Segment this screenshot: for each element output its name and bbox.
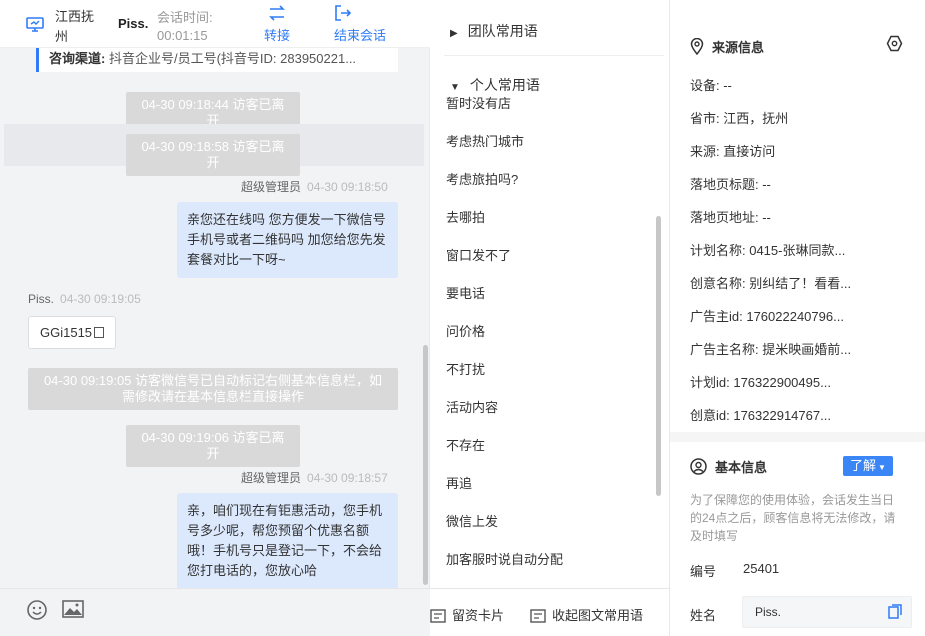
source-field: 省市: 江西，抚州 [690, 111, 789, 126]
sender-name: 超级管理员 [241, 471, 302, 485]
system-message: 04-30 09:19:06 访客已离开 [126, 425, 300, 467]
end-session-button[interactable]: 结束会话 [334, 5, 386, 44]
phrase-item[interactable]: 微信上发 [446, 511, 498, 530]
section-divider [670, 432, 925, 442]
phrases-toolbar: 留资卡片 收起图文常用语 [430, 588, 670, 636]
phrase-item[interactable]: 要电话 [446, 283, 485, 302]
image-icon[interactable] [62, 599, 84, 619]
source-field: 落地页标题: -- [690, 177, 771, 192]
phrase-item[interactable]: 考虑热门城市 [446, 131, 524, 150]
chat-scrollbar[interactable] [423, 345, 428, 585]
message-time: 04-30 09:18:50 [307, 180, 388, 194]
phrase-item[interactable]: 再追 [446, 473, 472, 492]
source-field: 落地页地址: -- [690, 210, 771, 225]
transfer-icon [269, 5, 285, 21]
phrase-item[interactable]: 暂时没有店 [446, 93, 511, 112]
caret-down-icon: ▼ [878, 463, 886, 472]
source-field: 计划名称: 0415-张琳同款... [690, 243, 846, 258]
chat-toolbar [0, 588, 430, 636]
visitor-location: 江西抚州 [55, 9, 95, 44]
message-sender: 超级管理员 04-30 09:18:57 [241, 469, 388, 486]
info-card-button[interactable]: 留资卡片 [430, 605, 504, 624]
visitor-message-bubble: GGi1515 [28, 316, 117, 349]
message-time: 04-30 09:19:05 [60, 292, 141, 306]
emoji-icon[interactable] [26, 599, 48, 621]
end-session-label: 结束会话 [334, 28, 387, 43]
source-field: 计划id: 176322900495... [690, 375, 831, 390]
message-card-icon [530, 609, 546, 623]
message-sender: Piss. 04-30 09:19:05 [28, 292, 141, 306]
basic-info-label: 基本信息 [715, 460, 768, 475]
source-field: 创意名称: 别纠结了！看看... [690, 276, 852, 291]
info-card-label: 留资卡片 [452, 608, 505, 623]
phrase-item[interactable]: 考虑旅拍吗? [446, 169, 518, 188]
name-input[interactable] [742, 596, 912, 628]
session-time: 00:01:15 [157, 28, 208, 43]
chat-panel: 江西抚州 Piss. 会话时间: 00:01:15 转接 结束会话 咨询渠道: … [0, 0, 430, 636]
agent-message-bubble: 亲，咱们现在有钜惠活动，您手机号多少呢，帮您预留个优惠名额哦！手机号只是登记一下… [177, 493, 398, 588]
visitor-info-panel: 来源信息 设备: -- 省市: 江西，抚州 来源: 直接访问 落地页标题: --… [670, 0, 925, 636]
channel-value: 抖音企业号/员工号(抖音号ID: 283950221... [108, 51, 357, 66]
chat-workspace: 江西抚州 Piss. 会话时间: 00:01:15 转接 结束会话 咨询渠道: … [0, 0, 925, 636]
know-more-button[interactable]: 了解 ▼ [843, 456, 893, 476]
phrase-item[interactable]: 活动内容 [446, 397, 498, 416]
team-phrases-label: 团队常用语 [467, 23, 538, 39]
sender-name: 超级管理员 [241, 180, 302, 194]
channel-label: 咨询渠道: [49, 51, 106, 66]
source-info-title: 来源信息 [690, 37, 764, 56]
copy-icon[interactable] [888, 604, 902, 619]
phrase-item[interactable]: 问价格 [446, 321, 485, 340]
visitor-name: Piss. [118, 16, 149, 31]
phrase-item[interactable]: 加客服时说自动分配 [446, 549, 563, 568]
collapse-phrases-label: 收起图文常用语 [552, 608, 644, 623]
divider [444, 55, 664, 56]
transfer-button[interactable]: 转接 [264, 5, 290, 44]
name-label: 姓名 [690, 608, 717, 623]
basic-info-title: 基本信息 [690, 457, 767, 476]
channel-card: 咨询渠道: 抖音企业号/员工号(抖音号ID: 283950221... [36, 48, 398, 72]
caret-right-icon: ▶ [450, 28, 458, 39]
phrases-scrollbar[interactable] [656, 216, 661, 496]
collapse-phrases-button[interactable]: 收起图文常用语 [530, 605, 643, 624]
system-message: 04-30 09:18:58 访客已离开 [126, 134, 300, 176]
copy-icon[interactable] [94, 327, 105, 338]
id-value: 25401 [743, 561, 780, 576]
source-field: 设备: -- [690, 78, 732, 93]
source-field: 广告主id: 176022240796... [690, 309, 844, 324]
phrase-item[interactable]: 窗口发不了 [446, 245, 511, 264]
system-message: 04-30 09:19:05 访客微信号已自动标记右侧基本信息栏，如需修改请在基… [28, 368, 398, 410]
transfer-label: 转接 [264, 28, 291, 43]
phrases-panel: ▶ 团队常用语 ▼ 个人常用语 暂时没有店 考虑热门城市 考虑旅拍吗? 去哪拍 窗口… [430, 0, 670, 588]
notice-text: 为了保障您的使用体验，会话发生当日的24点之后，顾客信息将无法修改，请及时填写 [690, 493, 896, 543]
hide-icon[interactable] [886, 35, 903, 52]
message-sender: 超级管理员 04-30 09:18:50 [241, 178, 388, 195]
phrase-item[interactable]: 不打扰 [446, 359, 485, 378]
message-list[interactable]: 咨询渠道: 抖音企业号/员工号(抖音号ID: 283950221... 04-3… [0, 48, 430, 588]
know-more-label: 了解 [850, 458, 877, 473]
agent-message-bubble: 亲您还在线吗 您方便发一下微信号 手机号或者二维码吗 加您给您先发套餐对比一下呀… [177, 202, 398, 278]
monitor-icon [26, 17, 44, 32]
session-time-label: 会话时间: [157, 10, 213, 25]
visitor-message-text: GGi1515 [40, 325, 93, 340]
exit-icon [335, 5, 352, 21]
user-circle-icon [690, 458, 707, 475]
location-pin-icon [690, 37, 704, 56]
card-icon [430, 609, 446, 623]
source-field: 创意id: 176322914767... [690, 408, 831, 423]
personal-phrases-label: 个人常用语 [469, 77, 540, 93]
chat-header: 江西抚州 Piss. 会话时间: 00:01:15 转接 结束会话 [0, 0, 430, 48]
source-field: 来源: 直接访问 [690, 144, 776, 159]
phrase-item[interactable]: 去哪拍 [446, 207, 485, 226]
id-label: 编号 [690, 564, 717, 579]
phrase-item[interactable]: 不存在 [446, 435, 485, 454]
source-field: 广告主名称: 提米映画婚前... [690, 342, 852, 357]
source-info-label: 来源信息 [712, 40, 765, 55]
sender-name: Piss. [28, 292, 55, 306]
personal-phrases-group[interactable]: ▼ 个人常用语 [450, 75, 540, 95]
message-time: 04-30 09:18:57 [307, 471, 388, 485]
caret-down-icon: ▼ [450, 82, 460, 93]
team-phrases-group[interactable]: ▶ 团队常用语 [450, 21, 538, 41]
